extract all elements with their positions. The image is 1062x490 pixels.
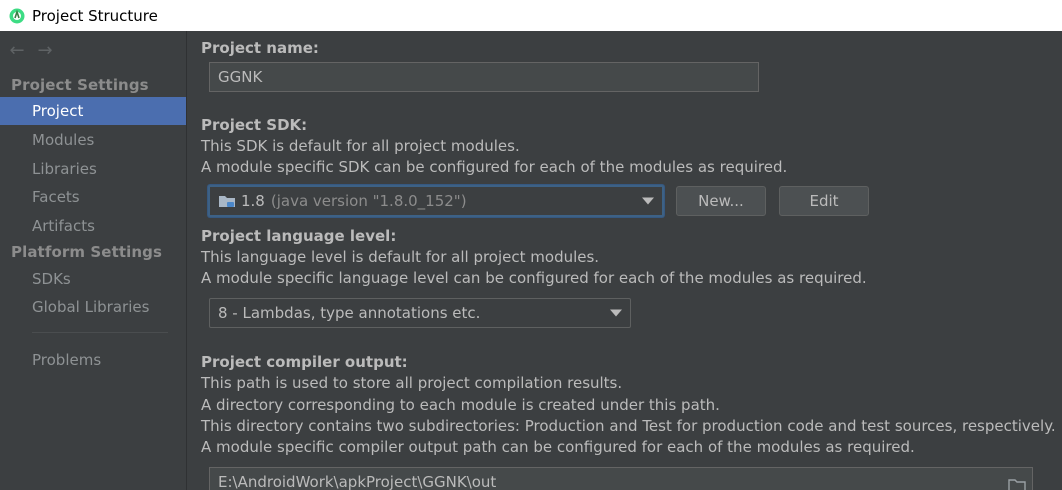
forward-arrow-icon[interactable]: →	[36, 40, 54, 61]
sidebar-item-artifacts[interactable]: Artifacts	[0, 212, 186, 240]
android-studio-icon	[9, 8, 25, 24]
sidebar-item-facets[interactable]: Facets	[0, 183, 186, 211]
sidebar: ← → Project Settings Project Modules Lib…	[0, 31, 187, 490]
language-level-value: 8 - Lambdas, type annotations etc.	[218, 304, 481, 322]
language-level-dropdown[interactable]: 8 - Lambdas, type annotations etc.	[209, 298, 631, 328]
language-level-label: Project language level:	[201, 227, 397, 245]
chevron-down-icon	[610, 309, 622, 317]
compiler-output-path: E:\AndroidWork\apkProject\GGNK\out	[218, 473, 497, 490]
sidebar-item-sdks[interactable]: SDKs	[0, 265, 186, 293]
project-sdk-label: Project SDK:	[201, 116, 308, 134]
platform-settings-header: Platform Settings	[11, 243, 163, 261]
language-level-desc-1: This language level is default for all p…	[201, 248, 600, 266]
nav-arrows: ← →	[8, 40, 54, 61]
sdk-folder-icon	[218, 193, 236, 209]
language-level-desc-2: A module specific language level can be …	[201, 269, 867, 287]
project-name-input[interactable]	[209, 62, 759, 92]
compiler-output-path-input[interactable]: E:\AndroidWork\apkProject\GGNK\out	[209, 467, 1033, 490]
sidebar-item-libraries[interactable]: Libraries	[0, 155, 186, 183]
project-settings-panel: Project name: Project SDK: This SDK is d…	[188, 31, 1062, 490]
sdk-version-detail: (java version "1.8.0_152")	[270, 192, 467, 210]
project-sdk-desc-2: A module specific SDK can be configured …	[201, 158, 788, 176]
compiler-output-desc-1: This path is used to store all project c…	[201, 374, 623, 392]
project-settings-header: Project Settings	[11, 76, 149, 94]
chevron-down-icon	[642, 197, 654, 205]
sidebar-item-problems[interactable]: Problems	[0, 346, 186, 374]
sdk-version: 1.8	[241, 192, 265, 210]
compiler-output-label: Project compiler output:	[201, 353, 408, 371]
new-sdk-button[interactable]: New...	[676, 186, 766, 216]
sidebar-item-modules[interactable]: Modules	[0, 126, 186, 154]
window-title: Project Structure	[32, 6, 158, 25]
project-sdk-desc-1: This SDK is default for all project modu…	[201, 137, 520, 155]
compiler-output-desc-2: A directory corresponding to each module…	[201, 396, 720, 414]
edit-sdk-button[interactable]: Edit	[779, 186, 869, 216]
browse-folder-icon[interactable]	[1008, 474, 1026, 490]
sidebar-item-global-libraries[interactable]: Global Libraries	[0, 293, 186, 321]
project-name-label: Project name:	[201, 39, 319, 57]
project-sdk-dropdown[interactable]: 1.8 (java version "1.8.0_152")	[208, 185, 664, 217]
sidebar-divider	[32, 332, 168, 333]
compiler-output-desc-3: This directory contains two subdirectori…	[201, 417, 1056, 435]
sidebar-item-project[interactable]: Project	[0, 97, 186, 125]
compiler-output-desc-4: A module specific compiler output path c…	[201, 438, 915, 456]
back-arrow-icon[interactable]: ←	[8, 40, 26, 61]
title-bar: Project Structure	[0, 0, 1062, 31]
